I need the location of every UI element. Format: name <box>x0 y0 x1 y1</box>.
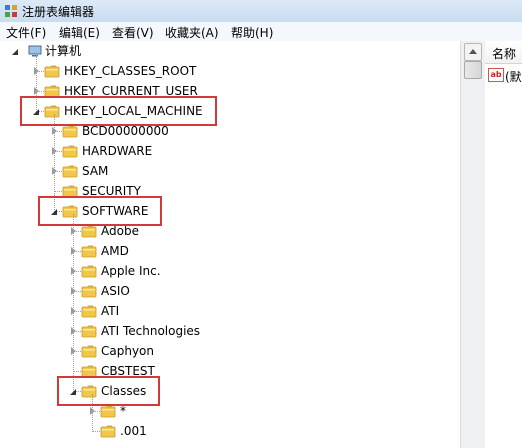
menu-file[interactable]: 文件(F) <box>6 24 46 41</box>
folder-icon <box>81 244 98 258</box>
values-pane: 名称 ab (默 <box>485 41 522 448</box>
tree-node-label: HKEY_CLASSES_ROOT <box>64 64 197 78</box>
tree-node-label: ATI Technologies <box>101 324 201 338</box>
tree-node-label: HARDWARE <box>82 144 153 158</box>
tree-node-label: ATI <box>101 304 120 318</box>
tree-node-label: AMD <box>101 244 129 258</box>
folder-icon <box>81 324 98 338</box>
folder-icon <box>81 224 98 238</box>
folder-icon <box>81 304 98 318</box>
tree-node-label: SAM <box>82 164 109 178</box>
tree-root-label: 计算机 <box>45 44 82 58</box>
tree-node-label: Apple Inc. <box>101 264 161 278</box>
computer-icon <box>28 45 42 57</box>
folder-icon <box>62 144 79 158</box>
menu-edit[interactable]: 编辑(E) <box>59 24 100 41</box>
menu-help[interactable]: 帮助(H) <box>231 24 273 41</box>
menu-bar: 文件(F) 编辑(E) 查看(V) 收藏夹(A) 帮助(H) <box>0 22 522 42</box>
tree-node-label: .001 <box>120 424 147 438</box>
registry-editor-icon <box>5 5 17 17</box>
folder-icon <box>81 264 98 278</box>
tree-node[interactable]: Caphyon <box>0 342 460 360</box>
tree-scrollbar[interactable] <box>460 41 485 448</box>
tree-root-computer[interactable]: 计算机 <box>0 42 460 60</box>
tree-node[interactable]: HKEY_CLASSES_ROOT <box>0 62 460 80</box>
expand-toggle-icon[interactable] <box>12 49 18 55</box>
tree-node[interactable]: .001 <box>0 422 460 440</box>
tree-node[interactable]: ATI <box>0 302 460 320</box>
folder-icon <box>44 64 61 78</box>
window-title: 注册表编辑器 <box>22 5 95 19</box>
folder-icon <box>100 404 117 418</box>
menu-favorites[interactable]: 收藏夹(A) <box>165 24 219 41</box>
tree-node-label: Caphyon <box>101 344 155 358</box>
tree-node[interactable]: Apple Inc. <box>0 262 460 280</box>
folder-icon <box>62 124 79 138</box>
menu-view[interactable]: 查看(V) <box>112 24 154 41</box>
scroll-thumb[interactable] <box>464 61 482 79</box>
value-name[interactable]: (默 <box>505 68 522 85</box>
tree-node[interactable]: HARDWARE <box>0 142 460 160</box>
registry-tree[interactable]: 计算机 HKEY_CLASSES_ROOT HKEY_CURRENT_USER HKE… <box>0 41 485 448</box>
scroll-up-button[interactable] <box>464 43 482 61</box>
highlight-box <box>20 96 217 126</box>
folder-icon <box>81 284 98 298</box>
string-value-icon: ab <box>488 68 504 82</box>
folder-icon <box>81 344 98 358</box>
column-header-name[interactable]: 名称 <box>485 41 522 64</box>
column-header-label: 名称 <box>492 47 517 61</box>
tree-node-label: ASIO <box>101 284 130 298</box>
highlight-box <box>57 376 161 406</box>
title-bar: 注册表编辑器 <box>0 0 522 23</box>
tree-node[interactable]: ASIO <box>0 282 460 300</box>
tree-node[interactable]: ATI Technologies <box>0 322 460 340</box>
tree-node[interactable]: AMD <box>0 242 460 260</box>
tree-guide-line <box>73 214 74 390</box>
tree-node[interactable]: SAM <box>0 162 460 180</box>
highlight-box <box>38 196 163 226</box>
folder-icon <box>100 424 117 438</box>
folder-icon <box>62 164 79 178</box>
